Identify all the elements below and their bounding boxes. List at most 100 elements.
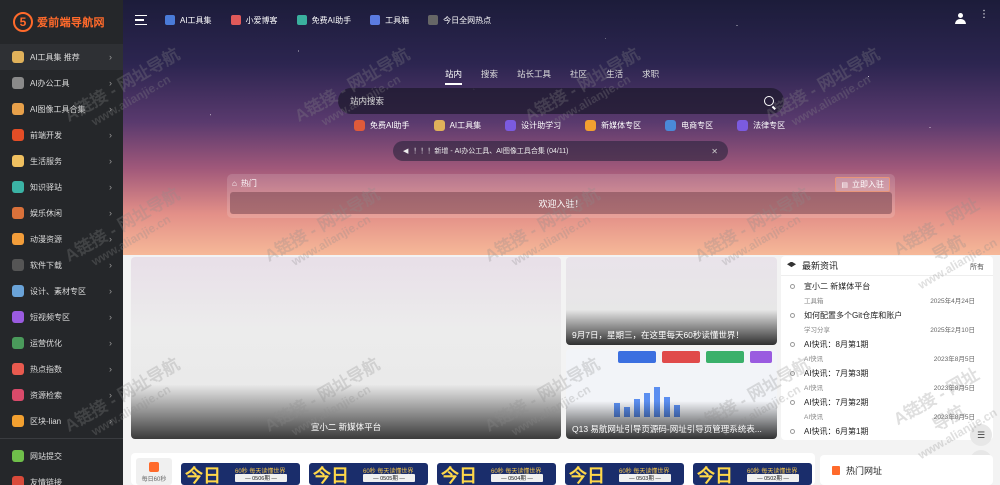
sidebar-item[interactable]: 软件下载 › [0,252,123,278]
sidebar-item-label: 生活服务 [30,156,62,166]
fire-icon [12,363,24,375]
sidebar-item[interactable]: 资源检索 › [0,382,123,408]
chevron-right-icon: › [109,416,112,426]
sidebar-item[interactable]: 设计、素材专区 › [0,278,123,304]
news-60s-card[interactable]: 9月7日，星期三，在这里每天60秒读懂世界！ [566,257,777,345]
search-tab[interactable]: 求职 [642,68,659,85]
news-item[interactable]: AI快讯：7月第3期 AI快讯 2023年8月5日 [781,363,993,392]
sidebar-item-label: 知识驿站 [30,182,62,192]
site-logo[interactable]: 5 爱前端导航网 [0,0,123,44]
search-tab[interactable]: 社区 [570,68,587,85]
daily-60s-thumbnail[interactable]: 今日 60秒 每天读懂世界 — 0504期 — [437,463,556,485]
close-icon[interactable]: ✕ [711,147,718,156]
news-item[interactable]: 宣小二 新媒体平台 工具箱 2025年4月24日 [781,276,993,305]
sidebar-footer-item[interactable]: 友情链接 [0,469,123,485]
sidebar-item-label: 软件下载 [30,260,62,270]
daily-60s-thumbnail[interactable]: 今日 60秒 每天读懂世界 — 0502期 — [693,463,812,485]
sidebar: 5 爱前端导航网 AI工具集 推荐 › AI办公工具 › AI图像工具合集 › 前端开发 › 生… [0,0,123,485]
user-icon[interactable] [955,13,966,25]
quick-link[interactable]: 法律专区 [737,120,785,131]
top-nav-label: 小爱博客 [245,15,278,25]
hot-title: 热门 [240,178,257,188]
sidebar-item[interactable]: AI图像工具合集 › [0,96,123,122]
quick-link-label: 法律专区 [753,121,786,130]
quick-link[interactable]: AI工具集 [433,120,481,131]
news-item[interactable]: AI快讯：8月第1期 AI快讯 2023年8月5日 [781,334,993,363]
sidebar-footer-item[interactable]: 网站提交 [0,443,123,469]
news-item-title: AI快讯：7月第2期 [804,398,869,407]
quick-link[interactable]: 电商专区 [665,120,713,131]
quick-link-label: 新媒体专区 [601,121,642,130]
bullet-icon [790,371,795,376]
news-item[interactable]: 如何配置多个Git仓库和账户 学习分享 2025年2月10日 [781,305,993,334]
hot-icon [428,15,439,25]
list-icon[interactable]: ☰ [970,424,992,446]
sidebar-item[interactable]: AI工具集 推荐 › [0,44,123,70]
search-tab[interactable]: 站长工具 [517,68,551,85]
tools-icon [12,285,24,297]
thumbnail-title: 今日 [313,466,349,485]
top-nav-link[interactable]: 小爱博客 [230,15,278,26]
search-tab[interactable]: 站内 [445,68,463,85]
sidebar-item[interactable]: 区块-lian › [0,408,123,434]
robot-icon [433,120,445,131]
all-news-link[interactable]: 所有 [970,262,984,272]
news-item[interactable]: AI快讯：6月第1期 [781,421,993,440]
sidebar-item[interactable]: 运营优化 › [0,330,123,356]
quick-link[interactable]: 设计助学习 [505,120,561,131]
thumbnail-issue: — 0503期 — [619,474,671,482]
hot-sites-panel: 热门网址 [820,455,993,485]
news-header: 最新资讯 所有 [781,256,993,276]
top-nav-link[interactable]: 今日全网热点 [428,15,491,26]
daily-60s-tab[interactable]: 每日60秒 [136,458,172,485]
top-nav-label: 今日全网热点 [443,15,492,25]
sidebar-item[interactable]: 娱乐休闲 › [0,200,123,226]
news-item[interactable]: AI快讯：7月第2期 AI快讯 2023年8月5日 [781,392,993,421]
bullet-icon [790,400,795,405]
join-button[interactable]: ▤ 立即入驻 [835,177,890,192]
daily-60s-thumbnail[interactable]: 今日 60秒 每天读懂世界 — 0506期 — [181,463,300,485]
thumbnail-title: 今日 [697,466,733,485]
media-icon [585,120,597,131]
latest-news-panel: 最新资讯 所有 宣小二 新媒体平台 工具箱 2025年4月24日 如何配置多个Git仓… [781,256,993,440]
top-nav-link[interactable]: 工具箱 [370,15,409,26]
assistant-icon [296,15,307,25]
sidebar-item-label: AI图像工具合集 [30,104,86,114]
featured-card-caption: 宣小二 新媒体平台 [310,422,382,432]
dashboard-stat-blue [618,351,656,363]
top-nav-link[interactable]: AI工具集 [165,15,212,26]
html5-icon [12,129,24,141]
search-box [338,88,784,114]
ice-cream-icon [12,155,24,167]
sidebar-item-label: 运营优化 [30,338,62,348]
submit-icon [12,450,24,462]
sidebar-item[interactable]: 动漫资源 › [0,226,123,252]
chevron-right-icon: › [109,260,112,270]
search-icon[interactable] [764,96,774,106]
sidebar-item[interactable]: AI办公工具 › [0,70,123,96]
daily-60s-thumbnail[interactable]: 今日 60秒 每天读懂世界 — 0505期 — [309,463,428,485]
search-tab[interactable]: 生活 [606,68,623,85]
sidebar-item-label: 设计、素材专区 [30,286,86,296]
sidebar-item[interactable]: 前端开发 › [0,122,123,148]
source-code-card[interactable]: Q13 易航网址引导页源码-网址引导页管理系统表... [566,349,777,439]
quick-link[interactable]: 新媒体专区 [585,120,641,131]
welcome-banner[interactable]: 欢迎入驻！ [230,192,892,214]
quick-link[interactable]: 免费AI助手 [354,120,410,131]
top-nav-link[interactable]: 免费AI助手 [296,15,351,26]
featured-card[interactable]: 宣小二 新媒体平台 [131,257,561,439]
sidebar-item[interactable]: 热点指数 › [0,356,123,382]
sidebar-item[interactable]: 短视频专区 › [0,304,123,330]
chevron-right-icon: › [109,78,112,88]
search-tab[interactable]: 搜索 [481,68,498,85]
sidebar-item[interactable]: 生活服务 › [0,148,123,174]
thumbnail-issue: — 0502期 — [747,474,799,482]
menu-toggle-icon[interactable] [135,15,147,25]
search-input[interactable] [350,96,764,106]
more-options-icon[interactable]: ⋮ [979,10,989,20]
sidebar-item-label: 网站提交 [30,451,62,461]
card-icon [665,120,677,131]
notice-bar[interactable]: ◀ ！！！新增 - AI办公工具、AI图像工具合集 (04/11) ✕ [393,141,728,161]
sidebar-item[interactable]: 知识驿站 › [0,174,123,200]
daily-60s-thumbnail[interactable]: 今日 60秒 每天读懂世界 — 0503期 — [565,463,684,485]
